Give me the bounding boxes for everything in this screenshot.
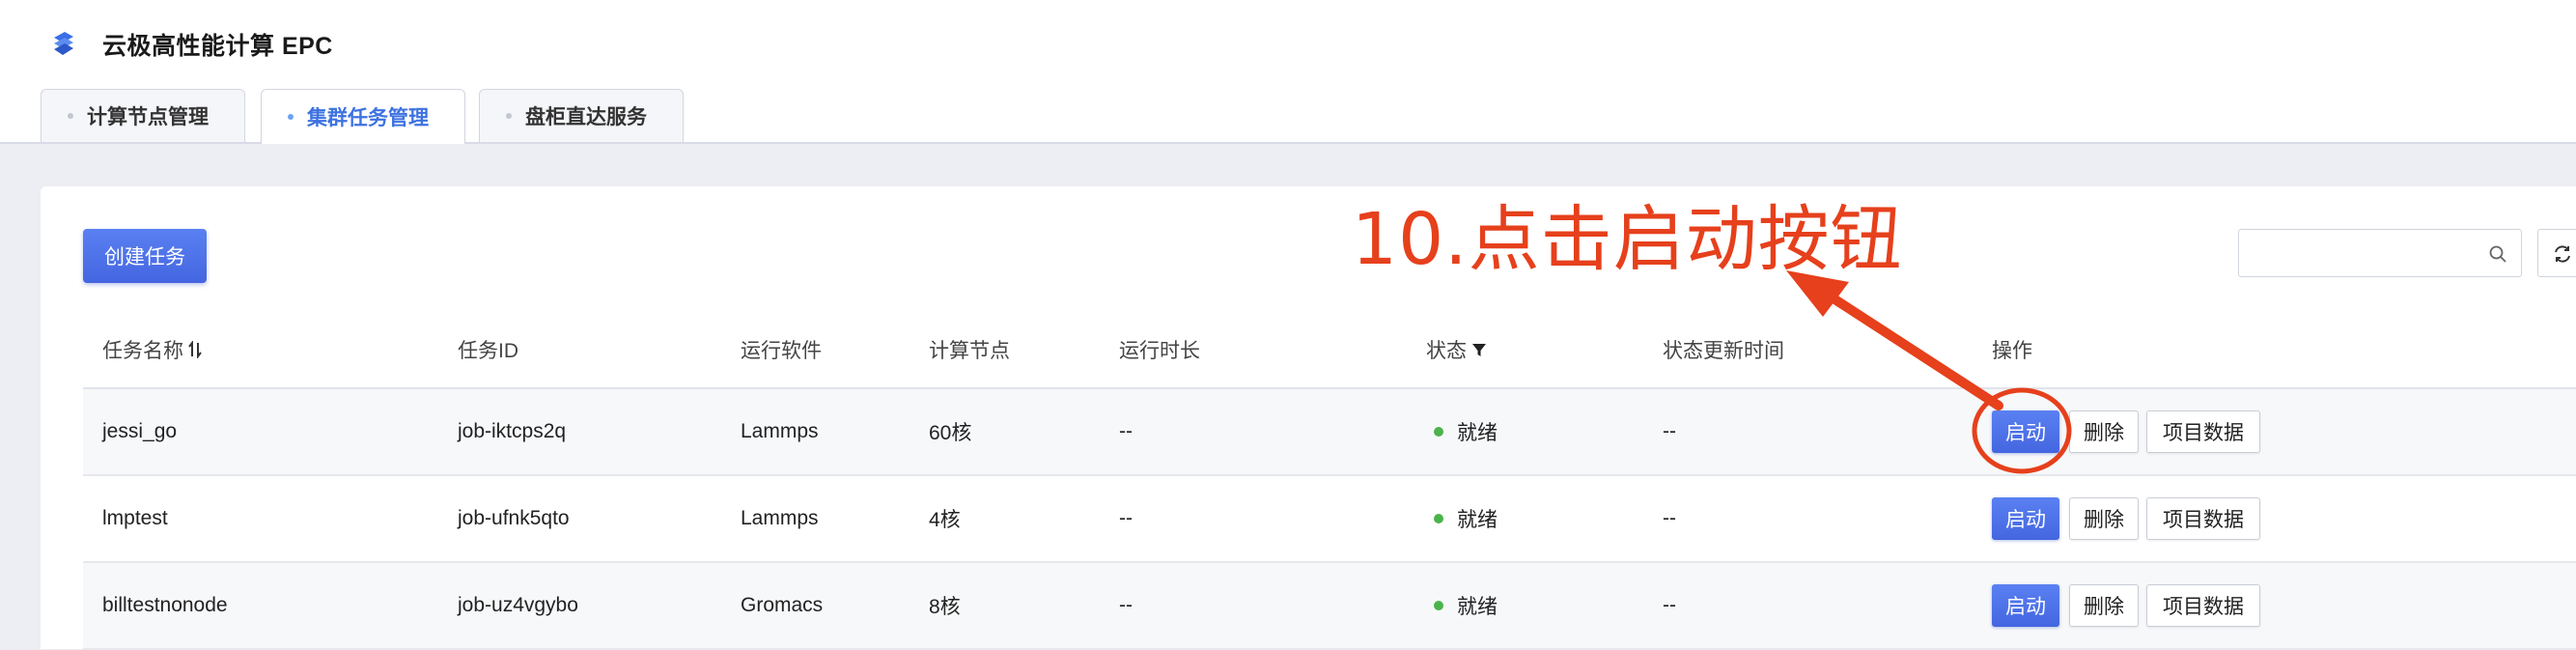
logo-icon [54,32,73,55]
job-updated: -- [1663,420,1676,442]
column-header-actions: 操作 [1992,340,2032,362]
job-name: billtestnonode [102,594,228,616]
tab-compute-nodes[interactable]: 计算节点管理 [41,89,245,142]
job-id: job-uz4vgybo [458,594,578,616]
refresh-icon [2555,245,2570,263]
table-row: billtestnonode job-uz4vgybo Gromacs 8核 -… [83,563,2576,650]
start-button[interactable]: 启动 [1992,497,2059,540]
column-header-id: 任务ID [458,340,518,362]
column-header-nodes: 计算节点 [929,340,1010,362]
start-button[interactable]: 启动 [1992,410,2059,453]
annotation-label: 10.点击启动按钮 [1352,198,1903,281]
tab-label: 计算节点管理 [87,106,209,128]
job-updated: -- [1663,594,1676,616]
search-icon [2489,245,2506,263]
job-id: job-ufnk5qto [458,507,570,529]
tab-direct-storage[interactable]: 盘柜直达服务 [479,89,684,142]
job-duration: -- [1119,507,1133,529]
column-header-status[interactable]: 状态 [1426,335,1488,364]
project-data-button[interactable]: 项目数据 [2146,584,2260,627]
job-duration: -- [1119,420,1133,442]
table-row: lmptest job-ufnk5qto Lammps 4核 -- 就绪 -- … [83,476,2576,563]
job-updated: -- [1663,507,1676,529]
job-nodes: 60核 [929,422,972,444]
delete-button[interactable]: 删除 [2069,497,2139,540]
job-software: Lammps [741,420,819,442]
tab-dot [68,113,73,119]
job-name: lmptest [102,507,168,529]
job-status: 就绪 [1434,476,1498,561]
table-row: jessi_go job-iktcps2q Lammps 60核 -- 就绪 -… [83,389,2576,476]
tab-dot [506,113,512,119]
jobs-panel: 创建任务 任务名称 任务ID 运行软件 计算节点 运行时长 状态 状态更新时间 … [41,186,2576,650]
tab-cluster-jobs[interactable]: 集群任务管理 [261,89,465,144]
job-nodes: 4核 [929,509,961,531]
status-ready-dot [1434,601,1443,610]
refresh-button[interactable] [2537,229,2576,277]
job-status: 就绪 [1434,389,1498,474]
top-bar: 云极高性能计算 EPC 计算节点管理 集群任务管理 盘柜直达服务 [0,0,2576,144]
app-title: 云极高性能计算 EPC [102,33,333,60]
tab-dot [288,114,294,120]
job-status: 就绪 [1434,563,1498,648]
column-header-duration: 运行时长 [1119,340,1200,362]
column-header-name[interactable]: 任务名称 [102,335,203,364]
create-job-button[interactable]: 创建任务 [83,229,207,283]
sort-icon[interactable] [187,341,203,358]
project-data-button[interactable]: 项目数据 [2146,497,2260,540]
job-name: jessi_go [102,420,178,442]
filter-icon[interactable] [1470,341,1488,358]
job-duration: -- [1119,594,1133,616]
job-software: Gromacs [741,594,824,616]
tab-label: 盘柜直达服务 [525,106,647,128]
status-ready-dot [1434,427,1443,437]
start-button[interactable]: 启动 [1992,584,2059,627]
job-software: Lammps [741,507,819,529]
column-header-software: 运行软件 [741,340,822,362]
delete-button[interactable]: 删除 [2069,410,2139,453]
status-ready-dot [1434,514,1443,523]
search-input[interactable] [2238,229,2522,277]
column-header-updated: 状态更新时间 [1663,340,1784,362]
tab-label: 集群任务管理 [307,107,429,129]
job-nodes: 8核 [929,596,961,618]
delete-button[interactable]: 删除 [2069,584,2139,627]
job-id: job-iktcps2q [458,420,567,442]
project-data-button[interactable]: 项目数据 [2146,410,2260,453]
